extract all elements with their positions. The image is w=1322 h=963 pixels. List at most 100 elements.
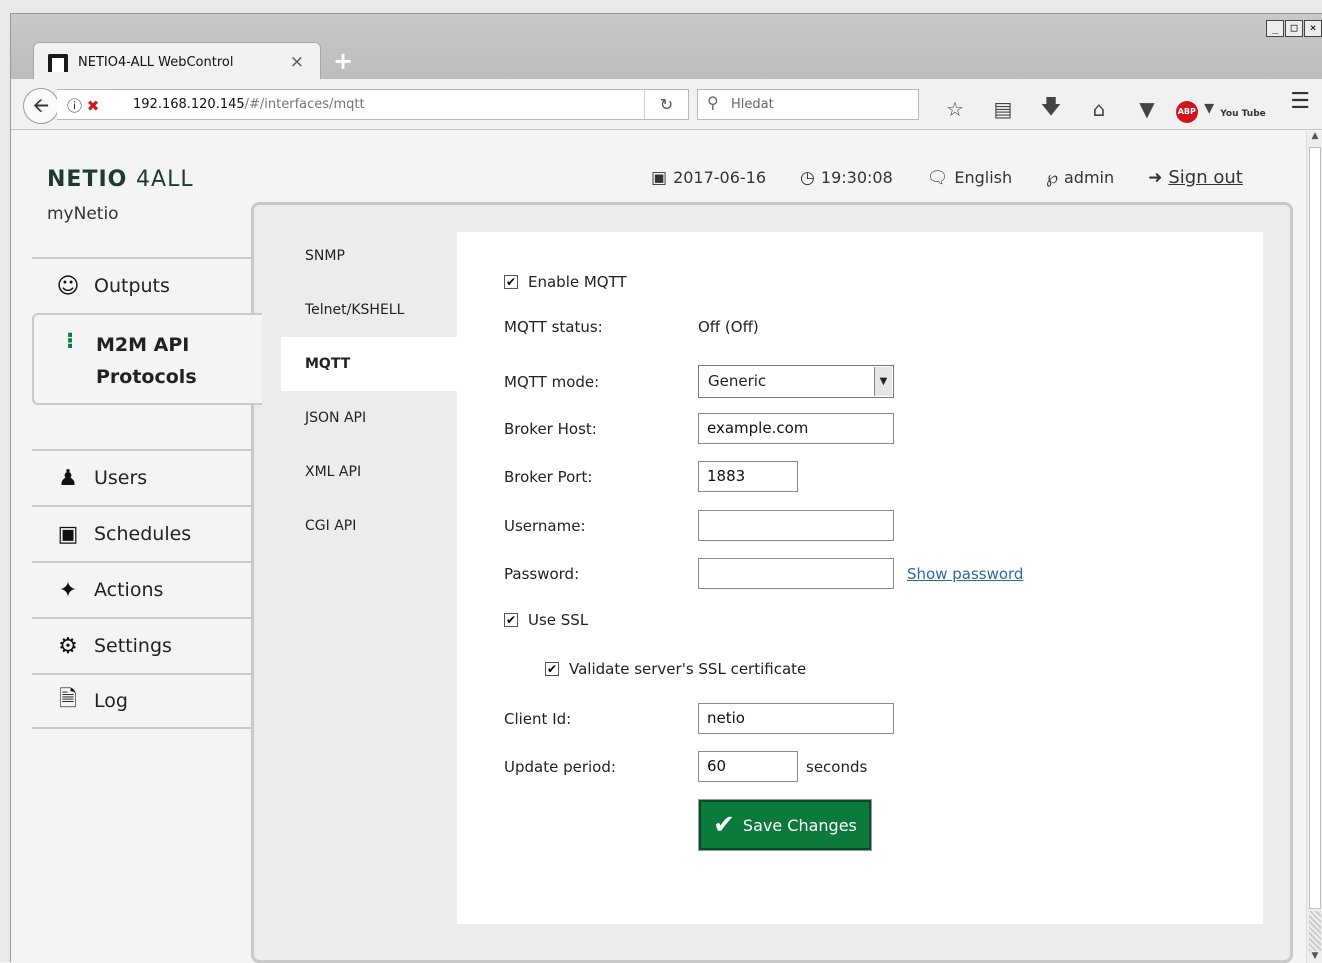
username-input[interactable]	[698, 510, 894, 541]
save-row: ✔ Save Changes	[698, 799, 872, 851]
mode-select[interactable]: Generic ▼	[698, 365, 894, 398]
scroll-down-icon[interactable]: ▼	[1307, 951, 1322, 963]
password-row: Password: Show password	[504, 558, 1023, 589]
outputs-icon: ☺	[56, 273, 80, 299]
tab-json-api[interactable]: JSON API	[281, 391, 459, 445]
back-button[interactable]: 🡨	[23, 88, 59, 124]
sidebar-item-label: Settings	[94, 635, 172, 657]
scroll-up-icon[interactable]: ▲	[1307, 131, 1322, 145]
show-password-link[interactable]: Show password	[907, 565, 1023, 583]
use-ssl-checkbox[interactable]: ✔	[504, 613, 518, 627]
tab-close-icon[interactable]: ×	[290, 52, 304, 72]
sidebar-item-label: M2M API Protocols	[96, 334, 197, 388]
sidebar-item-settings[interactable]: ⚙ Settings	[32, 617, 252, 673]
document-icon: 🗎	[59, 687, 77, 712]
clock-icon: ◷	[800, 167, 815, 188]
site-info-icon[interactable]: ⓘ ✖	[67, 95, 99, 116]
sidebar-item-label: Actions	[94, 579, 164, 601]
status-label: MQTT status:	[504, 318, 603, 336]
reload-icon[interactable]: ↻	[644, 90, 688, 119]
url-host: 192.168.120.145	[133, 97, 245, 112]
status-row: MQTT status: Off (Off)	[504, 318, 759, 336]
chevron-down-icon: ▼	[874, 367, 892, 396]
port-label: Broker Port:	[504, 467, 593, 486]
update-period-input[interactable]: 60	[698, 751, 798, 782]
sidebar-item-m2m-api[interactable]: ⁝ M2M API Protocols	[32, 313, 262, 405]
maximize-button[interactable]: □	[1285, 20, 1303, 37]
username-row: Username:	[504, 510, 894, 541]
language-value: English	[954, 168, 1013, 187]
page-content: NETIO 4ALL myNetio ▣ 2017-06-16 ◷ 19:30:…	[11, 131, 1307, 963]
search-placeholder: Hledat	[731, 97, 774, 112]
sidebar-item-actions[interactable]: ✦ Actions	[32, 561, 252, 617]
client-id-row: Client Id: netio	[504, 703, 894, 734]
downloads-icon[interactable]: 🡇	[1027, 92, 1075, 126]
host-label: Broker Host:	[504, 419, 597, 438]
validate-ssl-label: Validate server's SSL certificate	[569, 660, 807, 678]
scroll-track	[1309, 911, 1321, 951]
netio-logo-icon	[48, 54, 68, 72]
adblock-icon[interactable]: ABP ▾	[1171, 95, 1219, 123]
bookmark-star-icon[interactable]: ☆	[931, 97, 979, 121]
url-bar[interactable]: ⓘ ✖ 192.168.120.145/#/interfaces/mqtt ↻	[57, 89, 689, 120]
status-value: Off (Off)	[698, 318, 759, 336]
youtube-icon[interactable]: You Tube	[1219, 97, 1267, 121]
validate-ssl-checkbox[interactable]: ✔	[545, 662, 559, 676]
bookmarks-list-icon[interactable]: ▤	[979, 97, 1027, 121]
tab-mqtt[interactable]: MQTT	[281, 337, 459, 391]
checkmark-icon: ✔	[713, 810, 735, 840]
client-id-label: Client Id:	[504, 709, 572, 728]
sidebar-item-schedules[interactable]: ▣ Schedules	[32, 505, 252, 561]
calendar-icon: ▣	[57, 521, 79, 547]
client-id-input[interactable]: netio	[698, 703, 894, 734]
hamburger-menu-icon[interactable]: ☰	[1290, 89, 1310, 114]
language-selector[interactable]: 🗨 English	[927, 168, 1012, 188]
save-changes-button[interactable]: ✔ Save Changes	[698, 799, 872, 851]
host-row: Broker Host: example.com	[504, 413, 894, 444]
broker-port-input[interactable]: 1883	[698, 461, 798, 492]
scroll-thumb[interactable]	[1309, 147, 1321, 909]
home-icon[interactable]: ⌂	[1075, 97, 1123, 121]
broker-host-input[interactable]: example.com	[698, 413, 894, 444]
insecure-icon: ✖	[86, 97, 100, 115]
mode-label: MQTT mode:	[504, 372, 600, 391]
port-row: Broker Port: 1883	[504, 461, 798, 492]
tab-snmp[interactable]: SNMP	[281, 229, 459, 283]
save-changes-label: Save Changes	[742, 815, 857, 835]
password-input[interactable]	[698, 558, 894, 589]
sidebar-item-label: Schedules	[94, 523, 192, 545]
user-icon: ♟	[58, 465, 78, 491]
signout-link[interactable]: ➜ Sign out	[1148, 167, 1243, 188]
tab-cgi-api[interactable]: CGI API	[281, 499, 459, 553]
sidebar-item-log[interactable]: 🗎 Log	[32, 673, 252, 729]
mqtt-form: ✔ Enable MQTT MQTT status: Off (Off) MQT…	[457, 232, 1263, 924]
tab-xml-api[interactable]: XML API	[281, 445, 459, 499]
time-value: 19:30:08	[820, 168, 893, 187]
browser-tab[interactable]: NETIO4-ALL WebControl ×	[33, 42, 321, 80]
sidebar: ☺ Outputs ⁝ M2M API Protocols ♟ Users ▣ …	[32, 257, 262, 729]
password-label: Password:	[504, 564, 580, 583]
pocket-icon[interactable]: ▼	[1123, 97, 1171, 121]
toolbar-icons: ☆ ▤ 🡇 ⌂ ▼ ABP ▾ You Tube	[931, 92, 1267, 126]
user-icon: ℘	[1046, 167, 1058, 188]
tab-title: NETIO4-ALL WebControl	[78, 55, 234, 70]
enable-mqtt-label: Enable MQTT	[528, 273, 627, 291]
header-meta: ▣ 2017-06-16 ◷ 19:30:08 🗨 English ℘ admi…	[651, 167, 1243, 188]
content-panel: SNMP Telnet/KSHELL MQTT JSON API XML API…	[251, 202, 1293, 963]
mode-value: Generic	[708, 372, 767, 390]
sidebar-item-outputs[interactable]: ☺ Outputs	[32, 257, 252, 313]
tab-telnet[interactable]: Telnet/KSHELL	[281, 283, 459, 337]
enable-mqtt-checkbox[interactable]: ✔	[504, 275, 518, 289]
vertical-scrollbar[interactable]: ▲ ▼	[1306, 131, 1322, 963]
search-bar[interactable]: ⚲ Hledat	[697, 89, 919, 120]
username-label: Username:	[504, 516, 586, 535]
new-tab-button[interactable]: +	[333, 47, 353, 75]
update-period-row: Update period: 60 seconds	[504, 751, 867, 782]
sidebar-item-users[interactable]: ♟ Users	[32, 449, 252, 505]
use-ssl-label: Use SSL	[528, 611, 589, 629]
close-window-button[interactable]: ×	[1304, 20, 1322, 37]
minimize-button[interactable]: _	[1266, 20, 1284, 37]
update-period-unit: seconds	[806, 757, 868, 776]
user-display[interactable]: ℘ admin	[1046, 168, 1114, 188]
